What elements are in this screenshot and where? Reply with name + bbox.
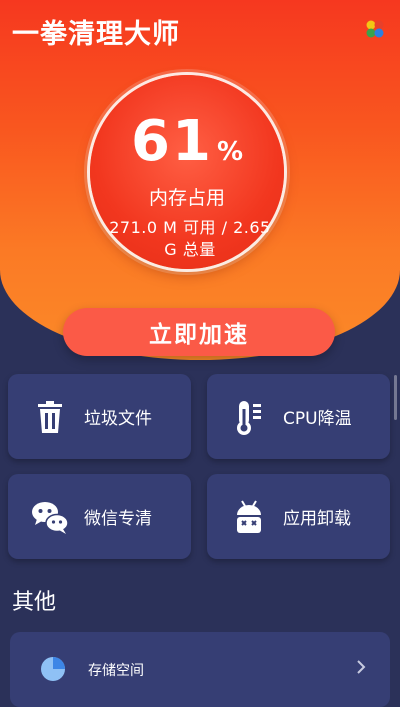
junk-files-tile[interactable]: 垃圾文件 — [8, 374, 191, 459]
thermometer-icon — [237, 400, 261, 435]
android-icon — [237, 499, 261, 533]
app-uninstall-tile[interactable]: 应用卸载 — [207, 474, 390, 559]
other-section-title: 其他 — [12, 590, 57, 615]
trash-icon — [38, 400, 62, 433]
storage-space-item[interactable]: 存储空间 — [10, 632, 390, 707]
wechat-clean-label: 微信专清 — [84, 509, 152, 529]
wechat-clean-tile[interactable]: 微信专清 — [8, 474, 191, 559]
cpu-cooling-label: CPU降温 — [283, 409, 352, 429]
memory-gauge[interactable]: 61% 内存占用 271.0 M 可用 / 2.65 G 总量 — [90, 75, 284, 269]
memory-detail-line-2: G 总量 — [164, 240, 216, 259]
memory-usage-value: 61% — [90, 109, 284, 174]
chevron-right-icon — [357, 660, 366, 674]
wechat-icon — [32, 501, 69, 534]
hero-banner: 一拳清理大师 61% 内存占用 271.0 M 可用 / 2.65 G 总量 — [0, 0, 400, 360]
app-title: 一拳清理大师 — [12, 19, 180, 50]
boost-button[interactable]: 立即加速 — [63, 308, 335, 356]
memory-usage-label: 内存占用 — [148, 187, 225, 209]
cpu-cooling-tile[interactable]: CPU降温 — [207, 374, 390, 459]
scrollbar[interactable] — [394, 375, 397, 420]
memory-usage-number: 61 — [131, 109, 213, 174]
memory-detail-line-1: 271.0 M 可用 / 2.65 — [109, 218, 271, 237]
pie-chart-icon — [41, 657, 65, 681]
apps-icon[interactable] — [364, 18, 386, 40]
memory-usage-unit: % — [216, 137, 243, 167]
memory-detail: 271.0 M 可用 / 2.65 G 总量 — [104, 217, 276, 261]
app-uninstall-label: 应用卸载 — [283, 509, 351, 529]
storage-space-label: 存储空间 — [88, 663, 144, 679]
junk-files-label: 垃圾文件 — [84, 409, 152, 429]
